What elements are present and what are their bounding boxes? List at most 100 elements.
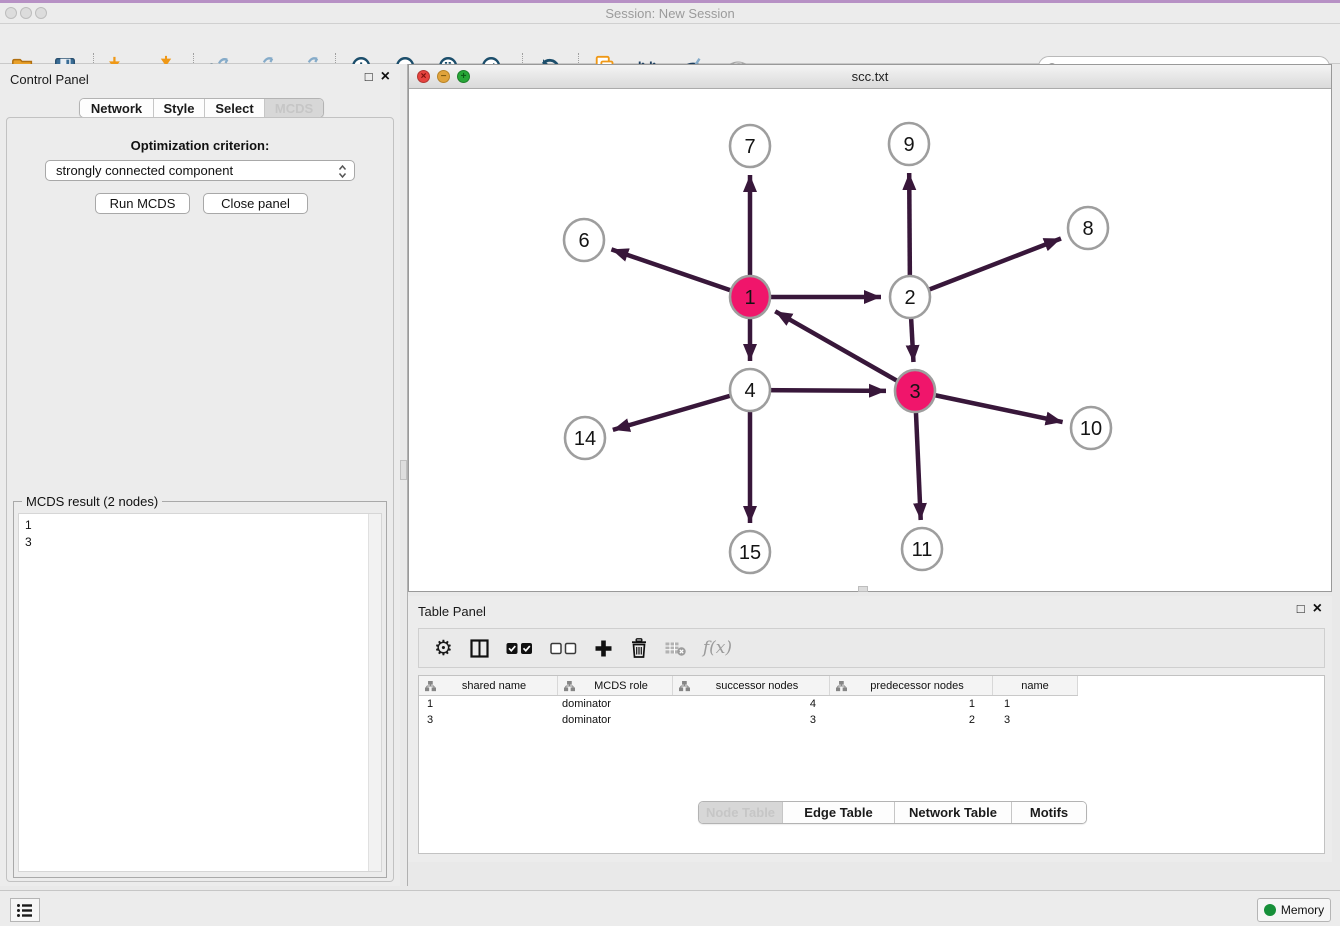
network-window-title: scc.txt — [409, 65, 1331, 89]
table-row[interactable]: 3dominator323 — [419, 712, 1324, 728]
memory-button[interactable]: Memory — [1257, 898, 1331, 922]
table-cell[interactable]: 3 — [419, 714, 558, 726]
table-header-row: shared nameMCDS rolesuccessor nodesprede… — [419, 676, 1078, 696]
tab-network[interactable]: Network — [80, 99, 153, 117]
columns-icon[interactable] — [470, 639, 489, 658]
graph-edge-3-10[interactable] — [915, 391, 1063, 422]
table-cell[interactable]: dominator — [558, 698, 673, 710]
tab-style[interactable]: Style — [153, 99, 204, 117]
graph-node-8[interactable]: 8 — [1068, 207, 1108, 249]
svg-text:7: 7 — [744, 136, 755, 158]
graph-node-14[interactable]: 14 — [565, 417, 605, 459]
splitter-grip[interactable] — [400, 460, 407, 480]
svg-text:3: 3 — [909, 381, 920, 403]
float-table-panel-icon[interactable]: □ — [1297, 602, 1305, 616]
memory-label: Memory — [1281, 903, 1324, 917]
column-header-successor-nodes[interactable]: successor nodes — [673, 676, 830, 695]
table-tabs: Node TableEdge TableNetwork TableMotifs — [698, 801, 1087, 824]
svg-text:4: 4 — [744, 380, 755, 402]
column-header-MCDS-role[interactable]: MCDS role — [558, 676, 673, 695]
svg-text:8: 8 — [1082, 218, 1093, 240]
delete-row-icon[interactable] — [630, 638, 648, 658]
table-cell[interactable]: 1 — [993, 698, 1078, 710]
graph-node-4[interactable]: 4 — [730, 369, 770, 411]
optimization-criterion-label: Optimization criterion: — [7, 138, 393, 153]
run-mcds-button[interactable]: Run MCDS — [95, 193, 190, 214]
horizontal-splitter-grip[interactable] — [858, 586, 868, 592]
graph-node-6[interactable]: 6 — [564, 219, 604, 261]
network-close-icon[interactable]: × — [417, 70, 430, 83]
column-header-shared-name[interactable]: shared name — [419, 676, 558, 695]
result-scrollbar[interactable] — [368, 514, 381, 871]
select-all-icon[interactable] — [506, 642, 533, 655]
network-window: scc.txt × − + 7 9 6 8 1 2 4 3 14 10 15 11 — [408, 64, 1332, 592]
criterion-value: strongly connected component — [56, 163, 233, 178]
svg-text:6: 6 — [578, 230, 589, 252]
close-panel-icon[interactable]: × — [381, 70, 390, 84]
graph-edge-2-8[interactable] — [910, 238, 1061, 297]
graph-svg: 7 9 6 8 1 2 4 3 14 10 15 11 — [409, 89, 1331, 591]
titlebar: Session: New Session — [0, 0, 1340, 24]
control-panel-title: Control Panel — [10, 72, 89, 87]
svg-text:1: 1 — [744, 287, 755, 309]
table-cell[interactable]: 3 — [673, 714, 830, 726]
application-window: Session: New Session — [0, 0, 1340, 926]
table-tab-network-table[interactable]: Network Table — [894, 802, 1011, 823]
graph-node-7[interactable]: 7 — [730, 125, 770, 167]
graph-node-3[interactable]: 3 — [895, 370, 935, 412]
table-panel-title: Table Panel — [418, 604, 486, 619]
table-cell[interactable]: 2 — [830, 714, 993, 726]
add-row-icon[interactable] — [594, 639, 613, 658]
graph-node-15[interactable]: 15 — [730, 531, 770, 573]
network-window-titlebar[interactable]: scc.txt × − + — [409, 65, 1331, 89]
deselect-all-icon[interactable] — [550, 642, 577, 655]
table-cell[interactable]: 3 — [993, 714, 1078, 726]
table-row[interactable]: 1dominator411 — [419, 696, 1324, 712]
tab-select[interactable]: Select — [204, 99, 264, 117]
mcds-tab-content: Optimization criterion: strongly connect… — [6, 117, 394, 882]
network-canvas[interactable]: 7 9 6 8 1 2 4 3 14 10 15 11 — [409, 89, 1331, 591]
network-minimize-icon[interactable]: − — [437, 70, 450, 83]
function-icon: f(x) — [703, 638, 732, 658]
column-header-name[interactable]: name — [993, 676, 1078, 695]
node-table[interactable]: shared nameMCDS rolesuccessor nodesprede… — [418, 675, 1325, 854]
vertical-splitter[interactable] — [400, 64, 408, 886]
list-icon — [16, 903, 34, 918]
control-panel: Control Panel □ × NetworkStyleSelectMCDS… — [0, 64, 400, 886]
graph-node-10[interactable]: 10 — [1071, 407, 1111, 449]
close-table-panel-icon[interactable]: × — [1313, 602, 1322, 616]
close-panel-button[interactable]: Close panel — [203, 193, 308, 214]
svg-text:15: 15 — [739, 542, 761, 564]
table-cell[interactable]: 4 — [673, 698, 830, 710]
table-cell[interactable]: dominator — [558, 714, 673, 726]
criterion-dropdown[interactable]: strongly connected component — [45, 160, 355, 181]
graph-node-9[interactable]: 9 — [889, 123, 929, 165]
graph-edge-3-1[interactable] — [775, 311, 915, 391]
table-tab-edge-table[interactable]: Edge Table — [782, 802, 894, 823]
table-tab-motifs[interactable]: Motifs — [1011, 802, 1086, 823]
mcds-result-text: 1 3 — [25, 517, 32, 551]
svg-text:2: 2 — [904, 287, 915, 309]
table-toolbar: ⚙ f(x) — [418, 628, 1325, 668]
svg-text:11: 11 — [912, 539, 933, 561]
mcds-result-textarea[interactable]: 1 3 — [18, 513, 382, 872]
statusbar: Memory — [0, 890, 1340, 926]
graph-node-11[interactable]: 11 — [902, 528, 942, 570]
task-history-button[interactable] — [10, 898, 40, 922]
control-panel-tabs: NetworkStyleSelectMCDS — [79, 98, 324, 118]
gear-icon[interactable]: ⚙ — [434, 638, 453, 659]
tab-mcds[interactable]: MCDS — [264, 99, 323, 117]
graph-node-2[interactable]: 2 — [890, 276, 930, 318]
table-cell[interactable]: 1 — [830, 698, 993, 710]
network-maximize-icon[interactable]: + — [457, 70, 470, 83]
graph-node-1[interactable]: 1 — [730, 276, 770, 318]
svg-text:10: 10 — [1080, 418, 1102, 440]
table-body: 1dominator4113dominator323 — [419, 696, 1324, 853]
graph-edge-1-6[interactable] — [611, 249, 750, 297]
column-header-predecessor-nodes[interactable]: predecessor nodes — [830, 676, 993, 695]
table-tab-node-table[interactable]: Node Table — [699, 802, 782, 823]
float-panel-icon[interactable]: □ — [365, 70, 373, 84]
memory-status-icon — [1264, 904, 1276, 916]
mcds-result-groupbox: MCDS result (2 nodes) 1 3 — [13, 501, 387, 878]
table-cell[interactable]: 1 — [419, 698, 558, 710]
